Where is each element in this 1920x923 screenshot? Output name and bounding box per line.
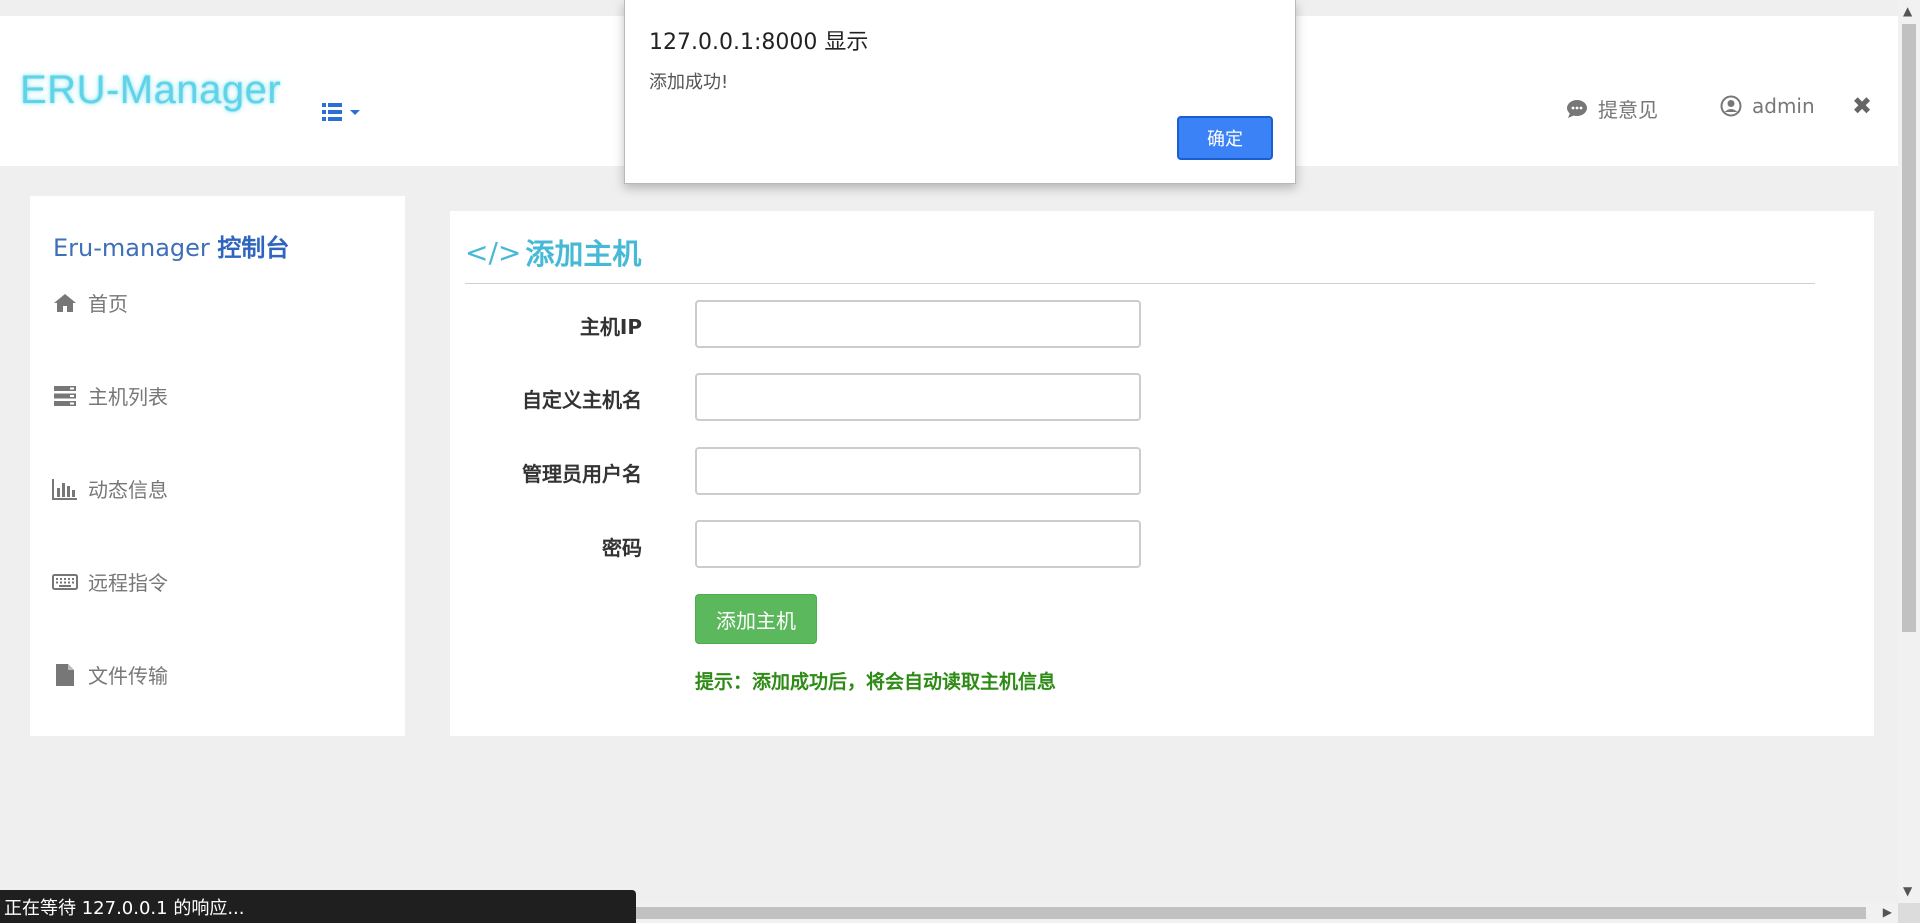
home-icon xyxy=(52,293,78,313)
page-title-text: 添加主机 xyxy=(525,237,642,271)
scroll-right-icon[interactable]: ▶ xyxy=(1883,905,1892,919)
caret-down-icon xyxy=(350,110,360,115)
scroll-down-icon[interactable]: ▼ xyxy=(1903,884,1912,898)
password-label: 密码 xyxy=(602,536,642,560)
server-icon xyxy=(52,385,78,407)
feedback-label: 提意见 xyxy=(1598,98,1658,122)
sidebar-item-label: 动态信息 xyxy=(88,478,168,502)
sidebar-item-label: 主机列表 xyxy=(88,385,168,409)
user-circle-icon xyxy=(1720,95,1742,117)
scrollbar-corner xyxy=(1898,903,1920,923)
code-icon: </> xyxy=(465,235,522,269)
vertical-scrollbar[interactable]: ▲ ▼ xyxy=(1898,0,1920,903)
sidebar-item-home[interactable]: 首页 xyxy=(52,288,128,317)
keyboard-icon xyxy=(52,573,78,590)
app-logo[interactable]: ERU-Manager xyxy=(20,68,281,113)
bar-chart-icon xyxy=(52,478,78,500)
host-ip-input[interactable] xyxy=(695,300,1141,348)
feedback-link[interactable]: 提意见 xyxy=(1566,94,1658,123)
password-input[interactable] xyxy=(695,520,1141,568)
scroll-up-icon[interactable]: ▲ xyxy=(1903,4,1912,18)
add-host-panel: </> 添加主机 主机IP 自定义主机名 管理员用户名 密码 添加主机 提示：添… xyxy=(450,211,1874,736)
page-title: </> 添加主机 xyxy=(465,231,641,273)
comment-icon xyxy=(1567,99,1587,118)
sidebar-item-host-list[interactable]: 主机列表 xyxy=(52,381,168,410)
file-icon xyxy=(52,663,78,687)
hint-text: 提示：添加成功后，将会自动读取主机信息 xyxy=(695,671,1057,693)
dialog-title: 127.0.0.1:8000 显示 xyxy=(649,30,869,55)
alert-dialog: 127.0.0.1:8000 显示 添加成功! 确定 xyxy=(624,0,1296,184)
host-ip-label: 主机IP xyxy=(579,315,642,339)
sidebar-item-label: 文件传输 xyxy=(88,664,168,688)
admin-username-label: 管理员用户名 xyxy=(522,462,642,486)
sidebar-title-prefix: Eru-manager xyxy=(53,234,218,262)
sidebar-item-remote-command[interactable]: 远程指令 xyxy=(52,567,168,596)
title-divider xyxy=(465,283,1815,284)
username-label: admin xyxy=(1752,94,1815,118)
vertical-scroll-thumb[interactable] xyxy=(1902,24,1916,632)
list-icon xyxy=(322,103,360,121)
sidebar-title: Eru-manager 控制台 xyxy=(53,228,289,263)
status-bar: 正在等待 127.0.0.1 的响应... xyxy=(0,890,636,923)
host-name-label: 自定义主机名 xyxy=(522,388,642,412)
host-name-input[interactable] xyxy=(695,373,1141,421)
dialog-ok-button[interactable]: 确定 xyxy=(1177,116,1273,160)
sidebar-item-label: 远程指令 xyxy=(88,571,168,595)
add-host-button[interactable]: 添加主机 xyxy=(695,594,817,644)
sidebar-item-label: 首页 xyxy=(88,292,128,316)
dialog-message: 添加成功! xyxy=(649,72,729,93)
sidebar: Eru-manager 控制台 首页 主机列表 动态信息 远程指令 文件传输 xyxy=(30,196,405,736)
user-menu[interactable]: admin xyxy=(1720,94,1815,118)
sidebar-item-file-transfer[interactable]: 文件传输 xyxy=(52,660,168,689)
menu-toggle-button[interactable] xyxy=(320,100,364,124)
horizontal-scrollbar[interactable]: ▶ xyxy=(636,903,1898,923)
close-icon[interactable]: ✖ xyxy=(1852,92,1872,120)
sidebar-title-bold: 控制台 xyxy=(217,234,290,262)
sidebar-item-dynamic-info[interactable]: 动态信息 xyxy=(52,474,168,503)
admin-username-input[interactable] xyxy=(695,447,1141,495)
horizontal-scroll-thumb[interactable] xyxy=(636,907,1866,919)
